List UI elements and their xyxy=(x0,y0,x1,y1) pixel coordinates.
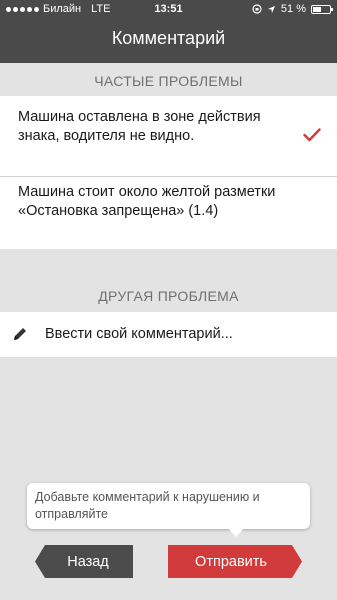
battery-icon xyxy=(311,4,333,14)
hint-tooltip-text: Добавьте комментарий к нарушению и отпра… xyxy=(35,490,260,521)
back-button-label: Назад xyxy=(67,553,109,570)
tooltip-arrow xyxy=(227,527,245,537)
custom-comment-placeholder: Ввести свой комментарий... xyxy=(45,326,233,342)
send-button[interactable]: Отправить xyxy=(168,545,302,578)
problem-option-2-label: Машина стоит около желтой разметки «Оста… xyxy=(18,184,276,219)
common-problems-header: ЧАСТЫЕ ПРОБЛЕМЫ xyxy=(94,73,243,89)
status-bar: Билайн LTE 13:51 51 % xyxy=(0,0,337,20)
custom-comment-field[interactable]: Ввести свой комментарий... xyxy=(0,312,337,357)
battery-percent: 51 % xyxy=(280,3,306,15)
checkmark-icon xyxy=(303,128,321,142)
top-bar: Билайн LTE 13:51 51 % Комментарий xyxy=(0,0,337,63)
other-problem-header: ДРУГАЯ ПРОБЛЕМА xyxy=(98,288,239,304)
battery-fill xyxy=(313,6,321,12)
pencil-icon xyxy=(14,328,26,340)
problem-option-2[interactable]: Машина стоит около желтой разметки «Оста… xyxy=(0,177,337,249)
location-arrow-icon xyxy=(267,5,276,13)
back-button[interactable]: Назад xyxy=(35,545,133,578)
send-button-label: Отправить xyxy=(195,553,267,570)
status-right: 51 % xyxy=(252,3,333,15)
orientation-lock-icon xyxy=(252,4,262,14)
problem-option-1-label: Машина оставлена в зоне действия знака, … xyxy=(18,109,261,144)
hint-tooltip: Добавьте комментарий к нарушению и отпра… xyxy=(27,483,310,529)
problem-option-1[interactable]: Машина оставлена в зоне действия знака, … xyxy=(0,96,337,176)
page-title: Комментарий xyxy=(111,28,226,48)
